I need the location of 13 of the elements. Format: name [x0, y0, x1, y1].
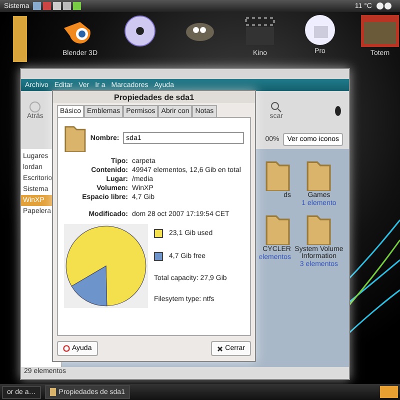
folder-icon[interactable]: [13, 14, 27, 64]
folder-icon: [306, 213, 332, 245]
folder-icon: [265, 213, 291, 245]
aperture-icon[interactable]: [123, 14, 157, 48]
close-icon: [217, 346, 224, 352]
help-icon: [63, 345, 70, 352]
folder-icon: [265, 159, 291, 191]
folder-icon: [50, 388, 56, 396]
folder-icon: [64, 124, 86, 152]
search-icon: [270, 100, 282, 112]
window-title: Propiedades de sda1: [114, 92, 194, 102]
app-launcher-icon[interactable]: [33, 2, 84, 10]
folder-icon: [306, 159, 332, 191]
